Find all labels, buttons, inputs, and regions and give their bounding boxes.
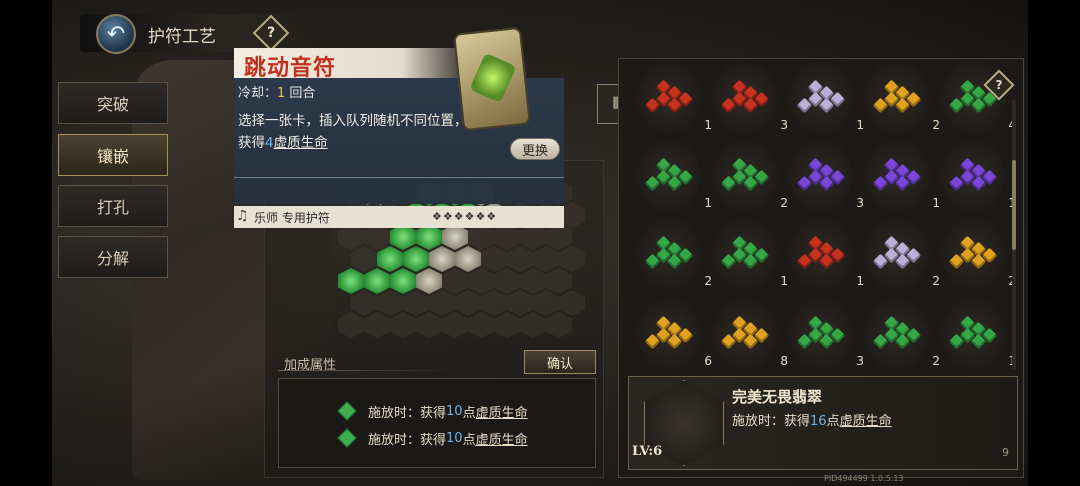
question-icon: ? xyxy=(995,78,1003,92)
gem-slot[interactable]: 1 xyxy=(862,140,940,212)
gem-slot[interactable]: 1 xyxy=(786,218,864,290)
divider xyxy=(278,370,458,371)
gem-slot[interactable]: 3 xyxy=(710,62,788,134)
version-label: PID494499 1.0.5.13 xyxy=(824,474,904,483)
tab-inlay[interactable]: 镶嵌 xyxy=(58,134,168,176)
gem-slot[interactable]: 1 xyxy=(938,140,1016,212)
page-title: 护符工艺 xyxy=(148,27,216,47)
cooldown: 冷却：1 回合 xyxy=(238,86,316,101)
gem-slot[interactable]: 6 xyxy=(634,298,712,370)
back-button[interactable]: ↶ xyxy=(96,14,136,54)
gem-name: 完美无畏翡翠 xyxy=(732,388,823,406)
page-number: 9 xyxy=(1002,446,1009,459)
tab-punch[interactable]: 打孔 xyxy=(58,185,168,227)
gem-slot[interactable]: 3 xyxy=(786,140,864,212)
gem-slot[interactable]: 2 xyxy=(634,218,712,290)
gem-slot[interactable]: 3 xyxy=(786,298,864,370)
bonus-item: 施放时：获得 10 点虚质生命 xyxy=(337,401,528,421)
gem-slot[interactable]: 1 xyxy=(710,218,788,290)
tab-breakthrough[interactable]: 突破 xyxy=(58,82,168,124)
confirm-button[interactable]: 确认 xyxy=(524,350,596,374)
lyre-icon: ♫ xyxy=(236,208,249,224)
gem-slot[interactable]: 2 xyxy=(862,62,940,134)
gem-slot[interactable]: 8 xyxy=(710,298,788,370)
gem-slot[interactable]: 1 xyxy=(938,298,1016,370)
bonus-item: 施放时：获得 10 点虚质生命 xyxy=(337,428,528,448)
charm-name: 跳动音符 xyxy=(244,55,337,81)
class-row: ♫ 乐师 专用护符 ❖❖❖❖❖❖ xyxy=(234,206,564,228)
charm-scroll-image xyxy=(453,26,531,132)
gem-slot[interactable]: 2 xyxy=(710,140,788,212)
gem-icon xyxy=(337,428,357,448)
scrollbar[interactable] xyxy=(1012,100,1016,370)
bonus-box xyxy=(278,378,596,468)
gem-slot[interactable]: 2 xyxy=(862,218,940,290)
gem-slot[interactable]: 2 xyxy=(862,298,940,370)
swap-button[interactable]: 更换 xyxy=(510,138,560,160)
gem-effect: 施放时：获得16点虚质生命 xyxy=(732,414,892,429)
gem-slot[interactable]: 2 xyxy=(938,218,1016,290)
question-icon: ? xyxy=(266,25,276,41)
gem-slot[interactable]: 1 xyxy=(634,140,712,212)
scrollbar-thumb[interactable] xyxy=(1012,160,1016,250)
gem-icon xyxy=(337,401,357,421)
tab-decompose[interactable]: 分解 xyxy=(58,236,168,278)
gem-level: LV:6 xyxy=(632,444,663,459)
back-arrow-icon: ↶ xyxy=(106,21,126,47)
gem-slot[interactable]: 1 xyxy=(786,62,864,134)
rank-stars: ❖❖❖❖❖❖ xyxy=(432,210,498,223)
gem-slot[interactable]: 1 xyxy=(634,62,712,134)
charm-description: 选择一张卡，插入队列随机不同位置，获得4虚质生命 xyxy=(238,113,468,151)
